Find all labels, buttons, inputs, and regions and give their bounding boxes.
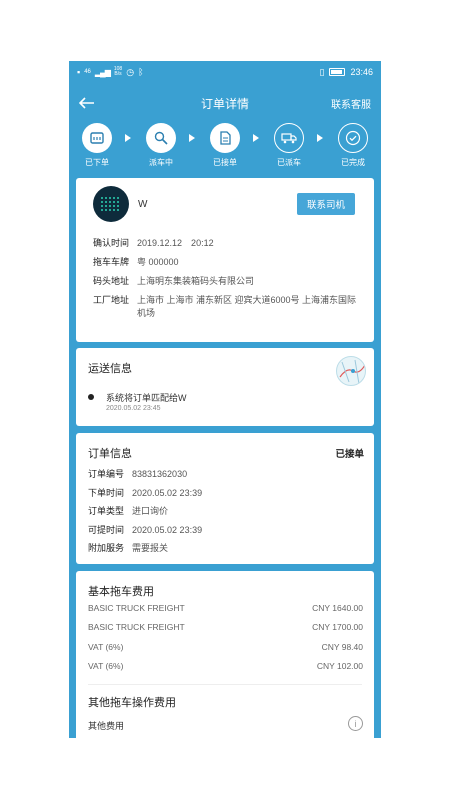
order-row-pickup-time: 可提时间 2020.05.02 23:39 xyxy=(88,521,358,540)
order-key: 可提时间 xyxy=(88,524,125,535)
detail-row-terminal: 码头地址 上海明东集装箱码头有限公司 xyxy=(93,275,363,294)
contact-service-button[interactable]: 联系客服 xyxy=(331,96,371,111)
fee-name: VAT (6%) xyxy=(88,641,124,652)
order-key: 订单编号 xyxy=(88,469,125,480)
detail-key: 确认时间 xyxy=(93,238,130,248)
step-label: 派车中 xyxy=(149,158,173,167)
detail-key: 码头地址 xyxy=(93,276,130,286)
step-arrow-icon xyxy=(125,134,131,142)
fee-card: 基本拖车费用 BASIC TRUCK FREIGHT CNY 1640.00 B… xyxy=(76,571,374,738)
search-icon xyxy=(146,123,176,153)
navigation-bar: 订单详情 联系客服 xyxy=(69,83,381,123)
fee-amount: CNY 98.40 xyxy=(321,641,363,652)
timeline-dot-icon xyxy=(88,394,94,400)
step-label: 已完成 xyxy=(341,158,365,167)
fee-row: BASIC TRUCK FREIGHT CNY 1640.00 xyxy=(88,598,363,618)
fee-name: BASIC TRUCK FREIGHT xyxy=(88,622,185,633)
bluetooth-icon: ᛒ xyxy=(138,67,144,77)
event-text: 系统将订单匹配给W xyxy=(106,393,187,403)
order-row-service: 附加服务 需要报关 xyxy=(88,539,358,558)
basic-fee-title: 基本拖车费用 xyxy=(88,586,154,598)
driver-name: W xyxy=(138,199,148,210)
step-ordered: 已下单 xyxy=(72,123,122,168)
receipt-icon xyxy=(82,123,112,153)
detail-value: 粤 000000 xyxy=(137,257,179,267)
fee-amount: CNY 102.00 xyxy=(316,661,363,672)
back-arrow-icon[interactable] xyxy=(78,93,95,114)
detail-row-plate: 拖车车牌 粤 000000 xyxy=(93,256,363,275)
step-arrow-icon xyxy=(189,134,195,142)
signal-icon: ▂▄▆ xyxy=(94,67,111,77)
order-progress: 已下单 派车中 已接单 已派车 已完成 xyxy=(69,123,381,175)
fee-row: BASIC TRUCK FREIGHT CNY 1700.00 xyxy=(88,618,363,638)
step-completed: 已完成 xyxy=(328,123,378,168)
order-row-type: 订单类型 进口询价 xyxy=(88,502,358,521)
detail-row-confirm-time: 确认时间 2019.12.12 20:12 xyxy=(93,237,363,256)
order-key: 下单时间 xyxy=(88,487,125,498)
other-fee-title: 其他拖车操作费用 xyxy=(88,697,176,709)
truck-icon xyxy=(274,123,304,153)
contact-driver-button[interactable]: 联系司机 xyxy=(297,193,355,215)
status-right: ▯ 23:46 xyxy=(320,67,373,78)
avatar xyxy=(93,186,129,222)
order-value: 进口询价 xyxy=(132,506,169,517)
vibrate-icon: ▯ xyxy=(319,66,325,77)
order-key: 附加服务 xyxy=(88,543,125,554)
alarm-icon: ◷ xyxy=(126,66,135,77)
step-label: 已下单 xyxy=(85,158,109,167)
order-value: 需要报关 xyxy=(132,543,169,554)
order-value: 2020.05.02 23:39 xyxy=(132,524,203,535)
document-icon xyxy=(210,123,240,153)
detail-key: 拖车车牌 xyxy=(93,257,130,267)
order-card: 订单信息 已接单 订单编号 83831362030 下单时间 2020.05.0… xyxy=(76,433,374,564)
fee-name: VAT (6%) xyxy=(88,661,124,672)
status-bar: ▪ 46 ▂▄▆ 108 B/s ◷ ᛒ ▯ 23:46 xyxy=(69,61,381,83)
detail-value: 2019.12.12 20:12 xyxy=(137,238,214,248)
step-arrow-icon xyxy=(253,134,259,142)
status-left: ▪ 46 ▂▄▆ 108 B/s ◷ ᛒ xyxy=(77,67,143,78)
step-dispatched: 已派车 xyxy=(264,123,314,168)
phone-screen: ▪ 46 ▂▄▆ 108 B/s ◷ ᛒ ▯ 23:46 订单详情 联系客服 已… xyxy=(69,61,381,738)
status-time: 23:46 xyxy=(350,67,373,77)
order-row-number: 订单编号 83831362030 xyxy=(88,465,358,484)
fee-amount: CNY 1640.00 xyxy=(312,602,363,613)
order-row-time: 下单时间 2020.05.02 23:39 xyxy=(88,484,358,503)
fee-amount: CNY 1700.00 xyxy=(312,622,363,633)
order-title: 订单信息 xyxy=(88,448,132,460)
order-value: 2020.05.02 23:39 xyxy=(132,487,203,498)
order-key: 订单类型 xyxy=(88,506,125,517)
map-icon[interactable] xyxy=(336,356,366,386)
detail-row-factory: 工厂地址 上海市 上海市 浦东新区 迎宾大道6000号 上海浦东国际机场 xyxy=(93,294,363,320)
shipping-title: 运送信息 xyxy=(88,363,132,375)
detail-value: 上海明东集装箱码头有限公司 xyxy=(137,276,255,286)
basic-fee-list: BASIC TRUCK FREIGHT CNY 1640.00 BASIC TR… xyxy=(88,598,363,676)
info-icon[interactable]: i xyxy=(348,716,363,731)
fee-row: VAT (6%) CNY 98.40 xyxy=(88,637,363,657)
network-speed-unit: B/s xyxy=(114,71,122,77)
order-value: 83831362030 xyxy=(132,469,188,480)
sim-icon: ▪ xyxy=(77,67,81,77)
driver-card: W 联系司机 确认时间 2019.12.12 20:12 拖车车牌 粤 0000… xyxy=(76,178,374,342)
order-details: 订单编号 83831362030 下单时间 2020.05.02 23:39 订… xyxy=(88,465,358,558)
event-time: 2020.05.02 23:45 xyxy=(106,405,161,412)
fee-row: VAT (6%) CNY 102.00 xyxy=(88,657,363,677)
detail-key: 工厂地址 xyxy=(93,295,130,305)
detail-value: 上海市 上海市 浦东新区 迎宾大道6000号 上海浦东国际机场 xyxy=(137,295,357,318)
step-accepted: 已接单 xyxy=(200,123,250,168)
driver-details: 确认时间 2019.12.12 20:12 拖车车牌 粤 000000 码头地址… xyxy=(93,237,363,320)
step-label: 已派车 xyxy=(277,158,301,167)
fee-divider xyxy=(88,684,362,685)
other-fee-label: 其他费用 xyxy=(88,721,125,731)
check-icon xyxy=(338,123,368,153)
network-indicator: 46 xyxy=(84,69,91,75)
step-label: 已接单 xyxy=(213,158,237,167)
step-arrow-icon xyxy=(317,134,323,142)
network-speed: 108 B/s xyxy=(114,67,122,77)
shipping-card: 运送信息 系统将订单匹配给W 2020.05.02 23:45 xyxy=(76,348,374,426)
order-status: 已接单 xyxy=(335,449,364,460)
step-dispatching: 派车中 xyxy=(136,123,186,168)
fee-name: BASIC TRUCK FREIGHT xyxy=(88,602,185,613)
battery-icon xyxy=(329,68,346,76)
